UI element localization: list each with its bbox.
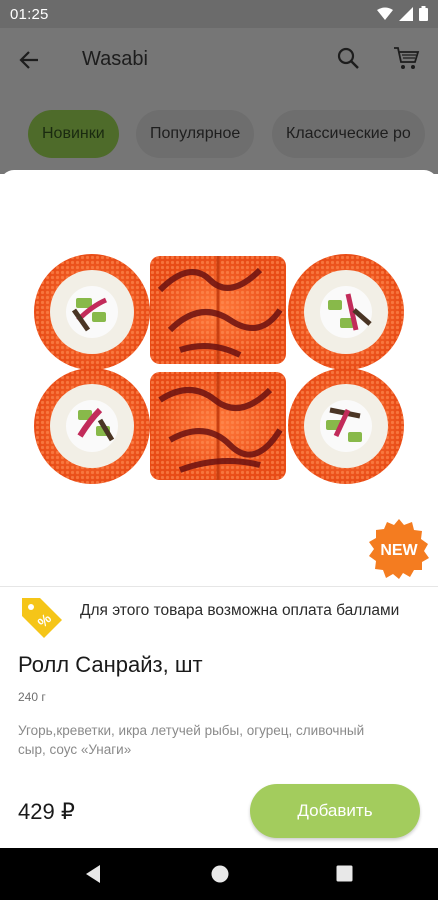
discount-tag-icon: %: [22, 598, 62, 638]
wifi-icon: [377, 7, 393, 20]
tab-new[interactable]: Новинки: [28, 110, 119, 158]
add-to-cart-button[interactable]: Добавить: [250, 784, 420, 838]
nav-back-icon[interactable]: [84, 864, 102, 884]
new-badge: NEW: [369, 519, 429, 579]
product-weight: 240 г: [18, 690, 46, 704]
product-title: Ролл Санрайз, шт: [18, 652, 203, 677]
back-button[interactable]: [16, 46, 46, 74]
search-button[interactable]: [336, 46, 362, 72]
nav-recent-apps-icon[interactable]: [336, 865, 353, 882]
battery-icon: [419, 6, 428, 21]
search-icon: [337, 47, 359, 69]
product-price: 429 ₽: [18, 799, 75, 824]
product-image: [34, 254, 404, 484]
system-nav-bar: [0, 848, 438, 900]
signal-icon: [399, 6, 413, 21]
product-sheet: NEW % Для этого товара возможна оплата б…: [0, 170, 438, 848]
product-description: Угорь,креветки, икра летучей рыбы, огуре…: [18, 723, 365, 757]
nav-home-icon[interactable]: [210, 864, 230, 884]
app-title: Wasabi: [82, 48, 148, 70]
divider: [0, 586, 438, 587]
cart-icon: [394, 47, 420, 69]
new-badge-label: NEW: [380, 542, 418, 559]
app-bar: Wasabi: [0, 28, 438, 92]
arrow-left-icon: [19, 51, 38, 69]
category-tabs: Новинки Популярное Классические ро: [0, 92, 438, 174]
status-icons: [377, 6, 428, 21]
status-bar: 01:25: [0, 0, 438, 28]
status-time: 01:25: [10, 6, 49, 23]
bonus-notice: % Для этого товара возможна оплата балла…: [18, 594, 418, 644]
tab-popular[interactable]: Популярное: [136, 110, 255, 158]
cart-button[interactable]: [392, 44, 420, 72]
tab-classic-rolls[interactable]: Классические ро: [272, 110, 425, 158]
bonus-text: Для этого товара возможна оплата баллами: [80, 602, 400, 619]
